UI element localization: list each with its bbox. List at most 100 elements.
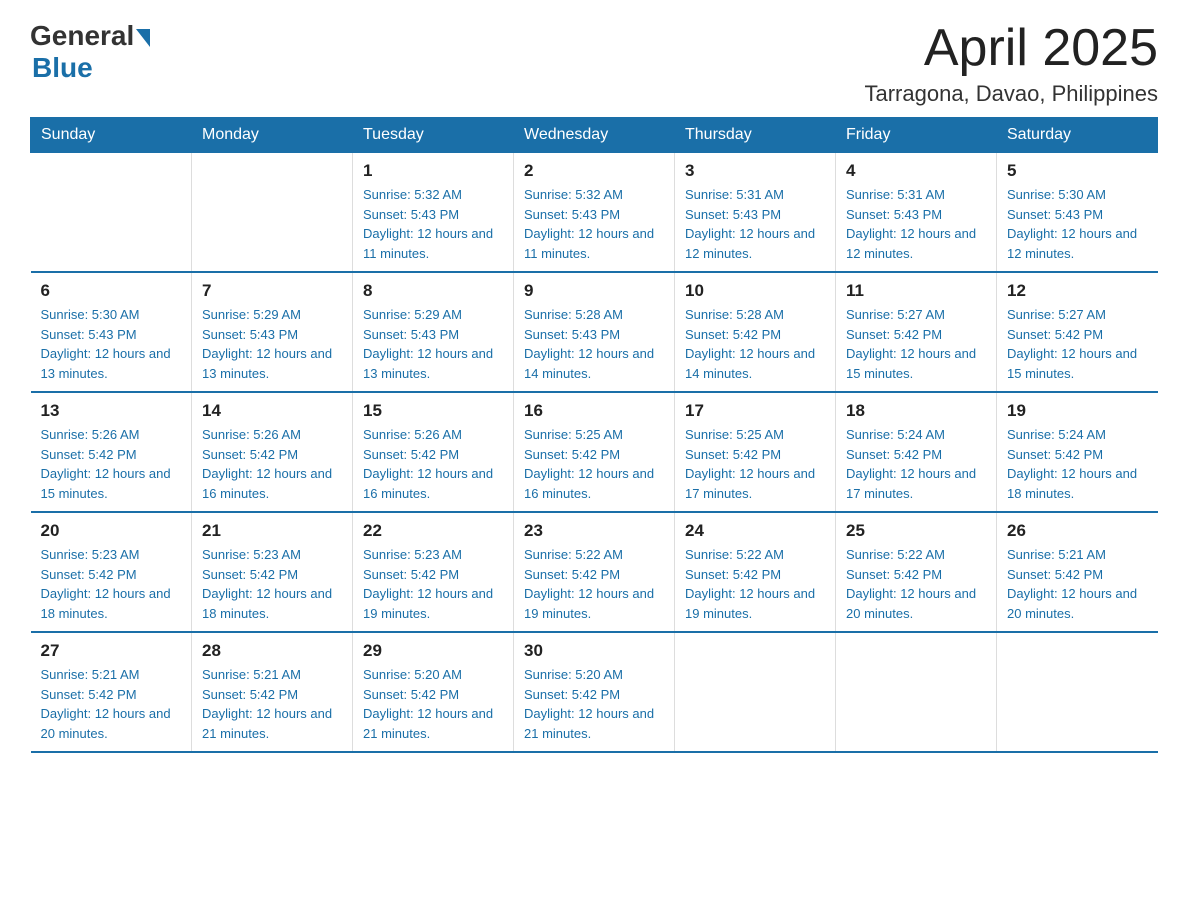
day-info: Sunrise: 5:31 AMSunset: 5:43 PMDaylight:… — [846, 185, 986, 263]
calendar-cell: 18 Sunrise: 5:24 AMSunset: 5:42 PMDayligh… — [836, 392, 997, 512]
day-header-sunday: Sunday — [31, 118, 192, 153]
calendar-cell: 19 Sunrise: 5:24 AMSunset: 5:42 PMDayligh… — [997, 392, 1158, 512]
day-number: 7 — [202, 281, 342, 301]
day-info: Sunrise: 5:24 AMSunset: 5:42 PMDaylight:… — [846, 425, 986, 503]
day-info: Sunrise: 5:22 AMSunset: 5:42 PMDaylight:… — [846, 545, 986, 623]
day-number: 24 — [685, 521, 825, 541]
day-number: 5 — [1007, 161, 1148, 181]
location-title: Tarragona, Davao, Philippines — [864, 81, 1158, 107]
calendar-cell: 12 Sunrise: 5:27 AMSunset: 5:42 PMDayligh… — [997, 272, 1158, 392]
day-number: 8 — [363, 281, 503, 301]
logo-general-text: General — [30, 20, 134, 52]
day-number: 12 — [1007, 281, 1148, 301]
calendar-cell: 11 Sunrise: 5:27 AMSunset: 5:42 PMDayligh… — [836, 272, 997, 392]
day-info: Sunrise: 5:23 AMSunset: 5:42 PMDaylight:… — [363, 545, 503, 623]
day-info: Sunrise: 5:27 AMSunset: 5:42 PMDaylight:… — [846, 305, 986, 383]
day-info: Sunrise: 5:21 AMSunset: 5:42 PMDaylight:… — [41, 665, 182, 743]
calendar-week-row: 13 Sunrise: 5:26 AMSunset: 5:42 PMDayligh… — [31, 392, 1158, 512]
day-info: Sunrise: 5:32 AMSunset: 5:43 PMDaylight:… — [363, 185, 503, 263]
calendar-week-row: 6 Sunrise: 5:30 AMSunset: 5:43 PMDaylight… — [31, 272, 1158, 392]
day-number: 14 — [202, 401, 342, 421]
calendar-cell: 5 Sunrise: 5:30 AMSunset: 5:43 PMDaylight… — [997, 153, 1158, 273]
calendar-cell: 27 Sunrise: 5:21 AMSunset: 5:42 PMDayligh… — [31, 632, 192, 752]
day-number: 1 — [363, 161, 503, 181]
calendar-cell: 2 Sunrise: 5:32 AMSunset: 5:43 PMDaylight… — [514, 153, 675, 273]
day-info: Sunrise: 5:26 AMSunset: 5:42 PMDaylight:… — [41, 425, 182, 503]
day-info: Sunrise: 5:23 AMSunset: 5:42 PMDaylight:… — [41, 545, 182, 623]
day-info: Sunrise: 5:20 AMSunset: 5:42 PMDaylight:… — [524, 665, 664, 743]
day-number: 22 — [363, 521, 503, 541]
day-number: 23 — [524, 521, 664, 541]
calendar-cell: 1 Sunrise: 5:32 AMSunset: 5:43 PMDaylight… — [353, 153, 514, 273]
logo-arrow-icon — [136, 29, 150, 47]
calendar-cell — [997, 632, 1158, 752]
calendar-cell: 8Sunrise: 5:29 AMSunset: 5:43 PMDaylight… — [353, 272, 514, 392]
day-info: Sunrise: 5:28 AMSunset: 5:43 PMDaylight:… — [524, 305, 664, 383]
day-number: 25 — [846, 521, 986, 541]
month-title: April 2025 — [864, 20, 1158, 77]
calendar-cell: 13 Sunrise: 5:26 AMSunset: 5:42 PMDayligh… — [31, 392, 192, 512]
calendar-cell: 4 Sunrise: 5:31 AMSunset: 5:43 PMDaylight… — [836, 153, 997, 273]
calendar-cell: 21 Sunrise: 5:23 AMSunset: 5:42 PMDayligh… — [192, 512, 353, 632]
calendar-header: SundayMondayTuesdayWednesdayThursdayFrid… — [31, 118, 1158, 153]
day-header-wednesday: Wednesday — [514, 118, 675, 153]
day-header-monday: Monday — [192, 118, 353, 153]
logo: General Blue — [30, 20, 150, 84]
day-info: Sunrise: 5:30 AMSunset: 5:43 PMDaylight:… — [1007, 185, 1148, 263]
calendar-cell — [675, 632, 836, 752]
day-info: Sunrise: 5:32 AMSunset: 5:43 PMDaylight:… — [524, 185, 664, 263]
day-number: 11 — [846, 281, 986, 301]
day-info: Sunrise: 5:27 AMSunset: 5:42 PMDaylight:… — [1007, 305, 1148, 383]
day-header-saturday: Saturday — [997, 118, 1158, 153]
calendar-cell: 24Sunrise: 5:22 AMSunset: 5:42 PMDayligh… — [675, 512, 836, 632]
calendar-cell: 16 Sunrise: 5:25 AMSunset: 5:42 PMDayligh… — [514, 392, 675, 512]
day-info: Sunrise: 5:26 AMSunset: 5:42 PMDaylight:… — [363, 425, 503, 503]
calendar-cell — [31, 153, 192, 273]
day-number: 19 — [1007, 401, 1148, 421]
day-headers-row: SundayMondayTuesdayWednesdayThursdayFrid… — [31, 118, 1158, 153]
day-number: 2 — [524, 161, 664, 181]
calendar-cell: 30Sunrise: 5:20 AMSunset: 5:42 PMDayligh… — [514, 632, 675, 752]
day-info: Sunrise: 5:22 AMSunset: 5:42 PMDaylight:… — [524, 545, 664, 623]
day-number: 15 — [363, 401, 503, 421]
day-info: Sunrise: 5:21 AMSunset: 5:42 PMDaylight:… — [1007, 545, 1148, 623]
calendar-table: SundayMondayTuesdayWednesdayThursdayFrid… — [30, 117, 1158, 753]
day-number: 27 — [41, 641, 182, 661]
calendar-cell: 3Sunrise: 5:31 AMSunset: 5:43 PMDaylight… — [675, 153, 836, 273]
day-number: 18 — [846, 401, 986, 421]
calendar-cell — [192, 153, 353, 273]
calendar-cell: 10Sunrise: 5:28 AMSunset: 5:42 PMDayligh… — [675, 272, 836, 392]
calendar-cell: 9 Sunrise: 5:28 AMSunset: 5:43 PMDaylight… — [514, 272, 675, 392]
day-number: 13 — [41, 401, 182, 421]
calendar-cell: 14 Sunrise: 5:26 AMSunset: 5:42 PMDayligh… — [192, 392, 353, 512]
day-info: Sunrise: 5:21 AMSunset: 5:42 PMDaylight:… — [202, 665, 342, 743]
day-info: Sunrise: 5:25 AMSunset: 5:42 PMDaylight:… — [685, 425, 825, 503]
day-info: Sunrise: 5:24 AMSunset: 5:42 PMDaylight:… — [1007, 425, 1148, 503]
day-header-tuesday: Tuesday — [353, 118, 514, 153]
logo-blue-text: Blue — [32, 52, 93, 84]
title-area: April 2025 Tarragona, Davao, Philippines — [864, 20, 1158, 107]
calendar-cell: 22 Sunrise: 5:23 AMSunset: 5:42 PMDayligh… — [353, 512, 514, 632]
calendar-cell — [836, 632, 997, 752]
day-number: 3 — [685, 161, 825, 181]
day-header-friday: Friday — [836, 118, 997, 153]
calendar-cell: 29Sunrise: 5:20 AMSunset: 5:42 PMDayligh… — [353, 632, 514, 752]
day-number: 9 — [524, 281, 664, 301]
calendar-cell: 15 Sunrise: 5:26 AMSunset: 5:42 PMDayligh… — [353, 392, 514, 512]
day-number: 6 — [41, 281, 182, 301]
day-info: Sunrise: 5:26 AMSunset: 5:42 PMDaylight:… — [202, 425, 342, 503]
calendar-cell: 6 Sunrise: 5:30 AMSunset: 5:43 PMDaylight… — [31, 272, 192, 392]
day-info: Sunrise: 5:20 AMSunset: 5:42 PMDaylight:… — [363, 665, 503, 743]
day-info: Sunrise: 5:29 AMSunset: 5:43 PMDaylight:… — [202, 305, 342, 383]
day-info: Sunrise: 5:30 AMSunset: 5:43 PMDaylight:… — [41, 305, 182, 383]
day-number: 17 — [685, 401, 825, 421]
calendar-cell: 23 Sunrise: 5:22 AMSunset: 5:42 PMDayligh… — [514, 512, 675, 632]
calendar-week-row: 27 Sunrise: 5:21 AMSunset: 5:42 PMDayligh… — [31, 632, 1158, 752]
calendar-week-row: 20Sunrise: 5:23 AMSunset: 5:42 PMDayligh… — [31, 512, 1158, 632]
day-info: Sunrise: 5:25 AMSunset: 5:42 PMDaylight:… — [524, 425, 664, 503]
day-number: 4 — [846, 161, 986, 181]
day-number: 21 — [202, 521, 342, 541]
day-info: Sunrise: 5:23 AMSunset: 5:42 PMDaylight:… — [202, 545, 342, 623]
day-number: 16 — [524, 401, 664, 421]
calendar-cell: 17 Sunrise: 5:25 AMSunset: 5:42 PMDayligh… — [675, 392, 836, 512]
